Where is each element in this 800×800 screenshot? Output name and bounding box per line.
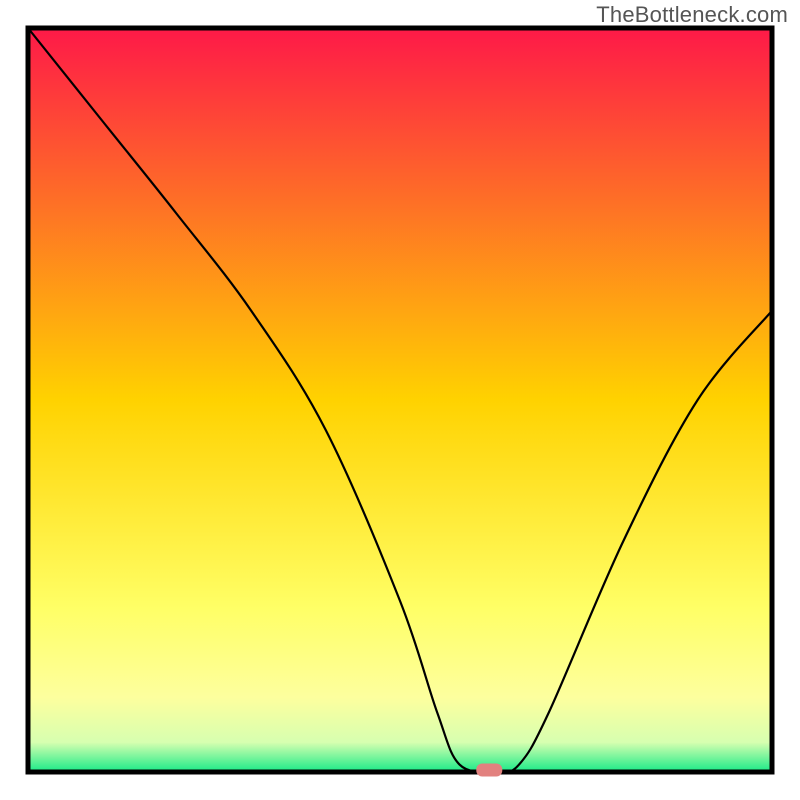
minimum-marker bbox=[476, 764, 502, 777]
watermark-text: TheBottleneck.com bbox=[596, 2, 788, 28]
chart-svg bbox=[0, 0, 800, 800]
plot-background bbox=[28, 28, 772, 772]
bottleneck-chart: TheBottleneck.com bbox=[0, 0, 800, 800]
